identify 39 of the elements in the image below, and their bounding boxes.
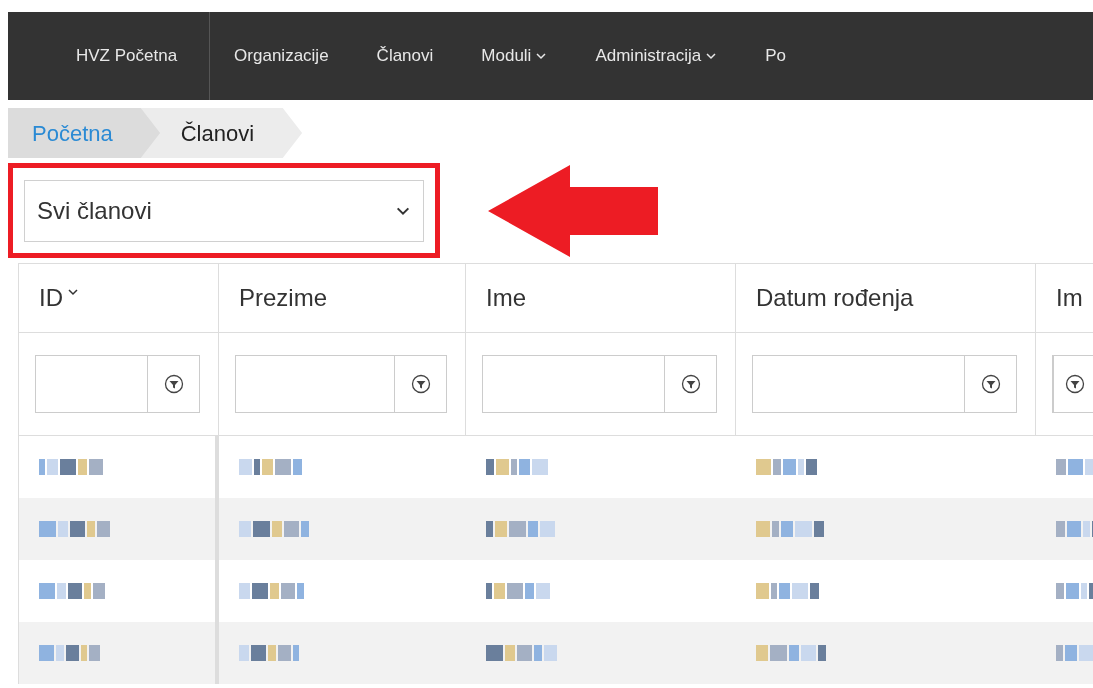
column-filter-field[interactable] — [235, 355, 447, 413]
nav-link[interactable]: Administracija — [571, 12, 742, 100]
nav-link[interactable]: Članovi — [352, 12, 458, 100]
arrow-left-icon — [488, 164, 658, 257]
filter-icon[interactable] — [410, 374, 431, 394]
pixelated-text — [756, 583, 819, 599]
pixelated-text — [756, 459, 817, 475]
pixelated-text — [486, 583, 550, 599]
filter-icon[interactable] — [1065, 374, 1085, 394]
column-header[interactable]: ID — [19, 264, 219, 332]
column-filter-field[interactable] — [482, 355, 717, 413]
pixelated-text — [39, 521, 110, 537]
filter-icon[interactable] — [680, 374, 701, 394]
pixelated-text — [239, 645, 299, 661]
column-header[interactable]: Ime — [466, 264, 736, 332]
nav-link[interactable]: Organizacije — [210, 12, 353, 100]
column-header[interactable]: Prezime — [219, 264, 466, 332]
pixelated-text — [486, 521, 555, 537]
column-header[interactable]: Datum rođenja — [736, 264, 1036, 332]
pixelated-text — [239, 521, 309, 537]
breadcrumb-item[interactable]: Članovi — [140, 108, 303, 158]
pixelated-text — [39, 583, 105, 599]
pixelated-text — [756, 521, 824, 537]
pixelated-text — [39, 645, 100, 661]
column-filter-field[interactable] — [752, 355, 1017, 413]
nav-link[interactable]: Moduli — [457, 12, 572, 100]
pixelated-text — [486, 459, 548, 475]
column-filter-field[interactable] — [1052, 355, 1093, 413]
pixelated-text — [486, 645, 557, 661]
pixelated-text — [39, 459, 103, 475]
nav-link[interactable]: Po — [741, 12, 810, 100]
filter-icon[interactable] — [980, 374, 1001, 394]
member-filter-dropdown[interactable]: Svi članovi — [24, 179, 424, 242]
pixelated-text — [239, 459, 302, 475]
filter-icon[interactable] — [163, 374, 184, 394]
column-filter-field[interactable] — [35, 355, 200, 413]
pixelated-text — [239, 583, 304, 599]
column-header[interactable]: Im — [1036, 264, 1093, 332]
pixelated-text — [756, 645, 826, 661]
